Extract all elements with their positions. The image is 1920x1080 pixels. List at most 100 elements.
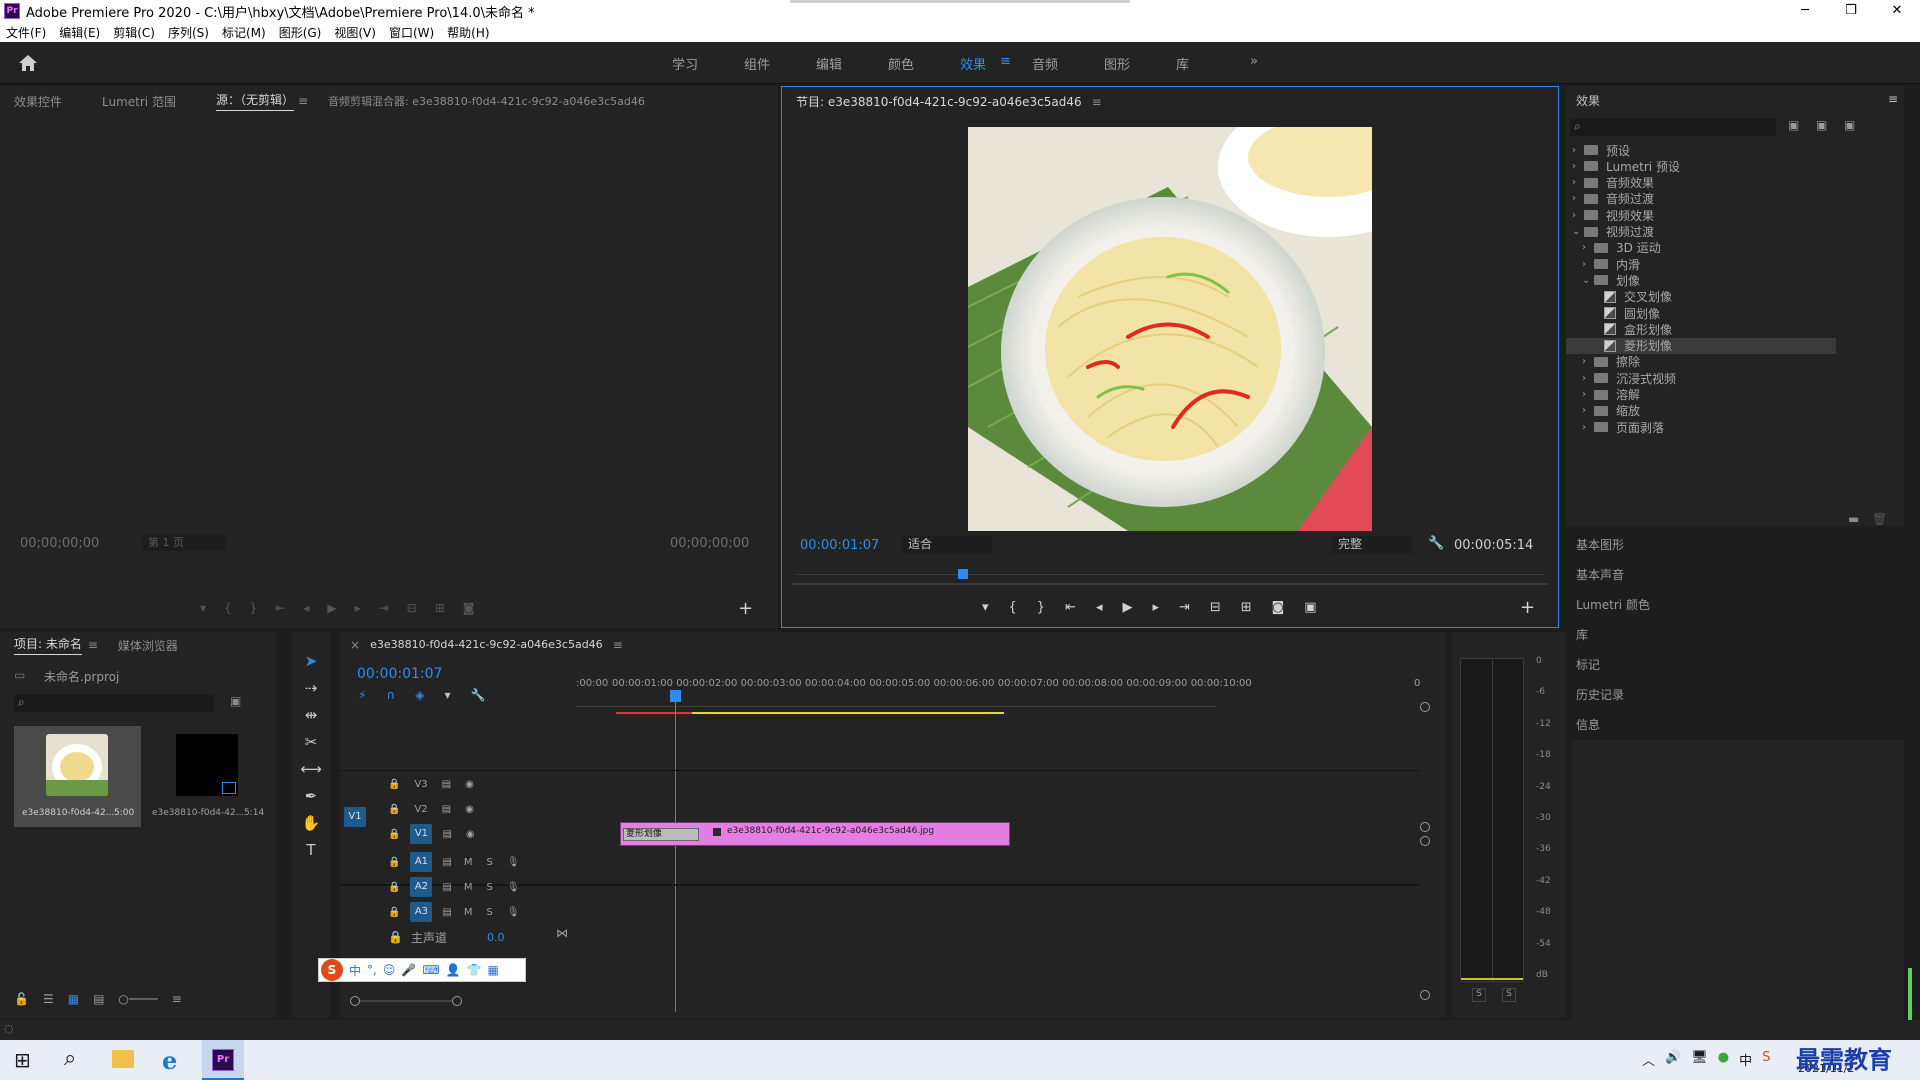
effects-tree-item[interactable]: 圆划像 (1566, 305, 1836, 321)
track-v2-label[interactable]: V2 (414, 804, 427, 815)
chevron-right-icon[interactable]: › (1582, 422, 1594, 433)
timeline-timecode[interactable]: 00:00:01:07 (357, 666, 442, 682)
eye-icon[interactable]: ◉ (465, 804, 474, 815)
accelerated-effects-icon[interactable]: ▣ (1788, 118, 1799, 132)
ime-indicator[interactable]: 中 (1739, 1050, 1752, 1069)
program-add-button[interactable]: + (1520, 597, 1535, 618)
workspace-audio[interactable]: 音频 (1032, 54, 1058, 73)
lock-icon[interactable]: 🔒 (388, 804, 400, 815)
tab-media-browser[interactable]: 媒体浏览器 (118, 637, 178, 654)
source-add-button[interactable]: + (738, 598, 753, 619)
sync-lock-icon[interactable]: ▤ (442, 804, 451, 815)
lock-icon[interactable]: 🔒 (388, 857, 400, 868)
workspace-overflow-icon[interactable]: » (1250, 54, 1258, 69)
effects-search-input[interactable]: ⌕ (1570, 118, 1776, 136)
solo-left-button[interactable]: S (1472, 988, 1486, 1002)
chevron-right-icon[interactable]: › (1572, 177, 1584, 188)
mute-button[interactable]: M (464, 857, 473, 868)
tab-source[interactable]: 源：（无剪辑） (215, 91, 294, 111)
ime-toolbox-icon[interactable]: ▦ (488, 963, 499, 977)
timeline-menu-icon[interactable]: ≡ (613, 638, 623, 652)
zoom-slider[interactable]: ○──── (118, 992, 157, 1008)
tab-lumetri-scopes[interactable]: Lumetri 范围 (102, 93, 176, 110)
effects-tree-item[interactable]: ⌄ 划像 (1566, 272, 1836, 288)
side-panel-libraries[interactable]: 库 (1572, 620, 1904, 650)
hand-tool-icon[interactable]: ✋ (300, 810, 322, 837)
menu-sequence[interactable]: 序列(S) (168, 24, 209, 41)
effects-tree-item[interactable]: › 音频效果 (1566, 175, 1836, 191)
menu-clip[interactable]: 剪辑(C) (113, 24, 155, 41)
timeline-tools[interactable]: ⚡∩◈▾🔧 (358, 688, 505, 702)
effects-menu-icon[interactable]: ≡ (1888, 92, 1898, 106)
start-button-icon[interactable]: ⊞ (14, 1048, 31, 1072)
project-search-input[interactable]: ⌕ (14, 694, 214, 712)
program-title[interactable]: 节目: e3e38810-f0d4-421c-9c92-a046e3c5ad46 (796, 93, 1082, 112)
ime-keyboard-icon[interactable]: ⌨ (422, 963, 439, 977)
mic-icon[interactable]: 🎙 (507, 857, 520, 868)
fit-dropdown[interactable]: 适合 (902, 536, 992, 553)
program-scrubber[interactable] (796, 569, 1544, 579)
workspace-effects[interactable]: 效果 (960, 54, 986, 73)
eye-icon[interactable]: ◉ (466, 829, 475, 840)
effects-tree-item[interactable]: › 3D 运动 (1566, 240, 1836, 256)
mute-button[interactable]: M (464, 882, 473, 893)
mic-icon[interactable]: 🎙 (507, 882, 520, 893)
sync-lock-icon[interactable]: ▤ (442, 857, 451, 868)
menu-help[interactable]: 帮助(H) (447, 24, 489, 41)
volume-icon[interactable]: 🔊 (1665, 1050, 1681, 1069)
sync-lock-icon[interactable]: ▤ (442, 829, 451, 840)
effects-tree-item[interactable]: › 内滑 (1566, 256, 1836, 272)
timeline-playhead[interactable] (670, 690, 681, 1012)
sync-lock-icon[interactable]: ▤ (442, 907, 451, 918)
side-panel-info[interactable]: 信息 (1572, 710, 1904, 740)
menu-file[interactable]: 文件(F) (6, 24, 46, 41)
effects-tree-item[interactable]: › 视频效果 (1566, 207, 1836, 223)
edge-browser-icon[interactable]: e (162, 1046, 177, 1075)
sort-icon[interactable]: ≡ (172, 992, 182, 1008)
effects-tree-item[interactable]: ⌄ 视频过渡 (1566, 224, 1836, 240)
icon-view-icon[interactable]: ▦ (68, 992, 79, 1008)
network-icon[interactable]: 🖥 (1691, 1050, 1708, 1069)
program-timecode[interactable]: 00:00:01:07 (800, 538, 879, 553)
razor-tool-icon[interactable]: ✂ (300, 729, 322, 756)
wrench-icon[interactable]: 🔧 (1428, 536, 1444, 551)
effects-tree-item[interactable]: › 缩放 (1566, 403, 1836, 419)
track-a1-label[interactable]: A1 (410, 852, 433, 872)
ime-punctuation-icon[interactable]: °, (367, 963, 377, 977)
lock-icon[interactable]: 🔒 (388, 829, 400, 840)
quality-dropdown[interactable]: 完整 (1332, 536, 1412, 553)
chevron-right-icon[interactable]: › (1582, 389, 1594, 400)
menu-window[interactable]: 窗口(W) (389, 24, 434, 41)
chevron-right-icon[interactable]: › (1582, 373, 1594, 384)
page-select[interactable]: 第 1 页 (142, 535, 226, 551)
program-transport-controls[interactable]: ▾{}⇤◂▶▸⇥⊟⊞◙▣ (982, 600, 1337, 615)
workspace-effects-menu-icon[interactable]: ≡ (1000, 54, 1011, 69)
chevron-right-icon[interactable]: › (1572, 145, 1584, 156)
workspace-color[interactable]: 颜色 (888, 54, 914, 73)
program-playhead[interactable] (958, 569, 969, 579)
menu-edit[interactable]: 编辑(E) (59, 24, 100, 41)
solo-button[interactable]: S (487, 907, 493, 918)
lock-icon[interactable]: 🔒 (388, 779, 400, 790)
chevron-right-icon[interactable]: › (1582, 259, 1594, 270)
menu-view[interactable]: 视图(V) (334, 24, 376, 41)
sync-lock-icon[interactable]: ▤ (442, 882, 451, 893)
side-panel-lumetri-color[interactable]: Lumetri 颜色 (1572, 590, 1904, 620)
workspace-editing[interactable]: 编辑 (816, 54, 842, 73)
track-v3-label[interactable]: V3 (414, 779, 427, 790)
side-panel-markers[interactable]: 标记 (1572, 650, 1904, 680)
sync-lock-icon[interactable]: ▤ (442, 779, 451, 790)
effects-tree-item[interactable]: › 擦除 (1566, 354, 1836, 370)
program-zoom-bar[interactable] (792, 583, 1548, 585)
mic-icon[interactable]: 🎙 (507, 907, 520, 918)
source-transport-controls[interactable]: ▾{}⇤◂▶▸⇥⊟⊞◙ (200, 601, 492, 615)
chevron-right-icon[interactable]: › (1582, 356, 1594, 367)
track-a3-label[interactable]: A3 (410, 902, 433, 922)
chevron-right-icon[interactable]: › (1572, 210, 1584, 221)
ime-skin-icon[interactable]: 👕 (467, 963, 482, 977)
tab-project[interactable]: 项目: 未命名 (14, 635, 82, 655)
tray-app-icon[interactable]: ● (1718, 1050, 1729, 1069)
lock-icon[interactable]: 🔒 (388, 930, 403, 944)
menu-markers[interactable]: 标记(M) (222, 24, 266, 41)
timeline-close-icon[interactable]: × (350, 638, 360, 652)
